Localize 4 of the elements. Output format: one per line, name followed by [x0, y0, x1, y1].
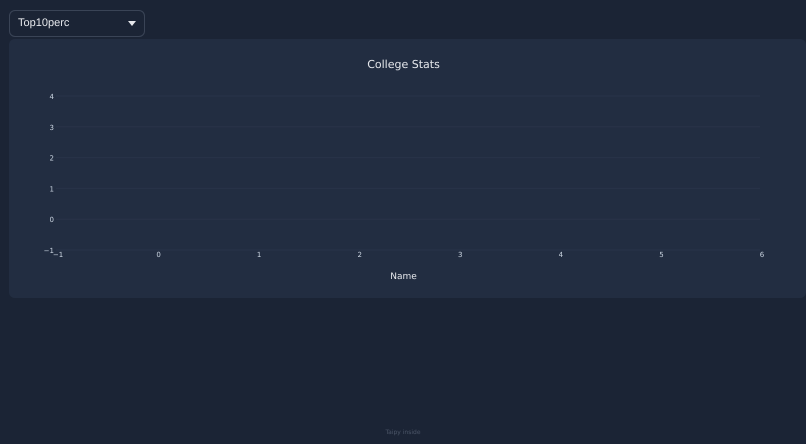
column-dropdown[interactable]: Top10perc: [9, 10, 145, 37]
chart-title: College Stats: [367, 58, 440, 71]
x-axis-title: Name: [390, 272, 417, 282]
caret-icon: [128, 21, 136, 26]
